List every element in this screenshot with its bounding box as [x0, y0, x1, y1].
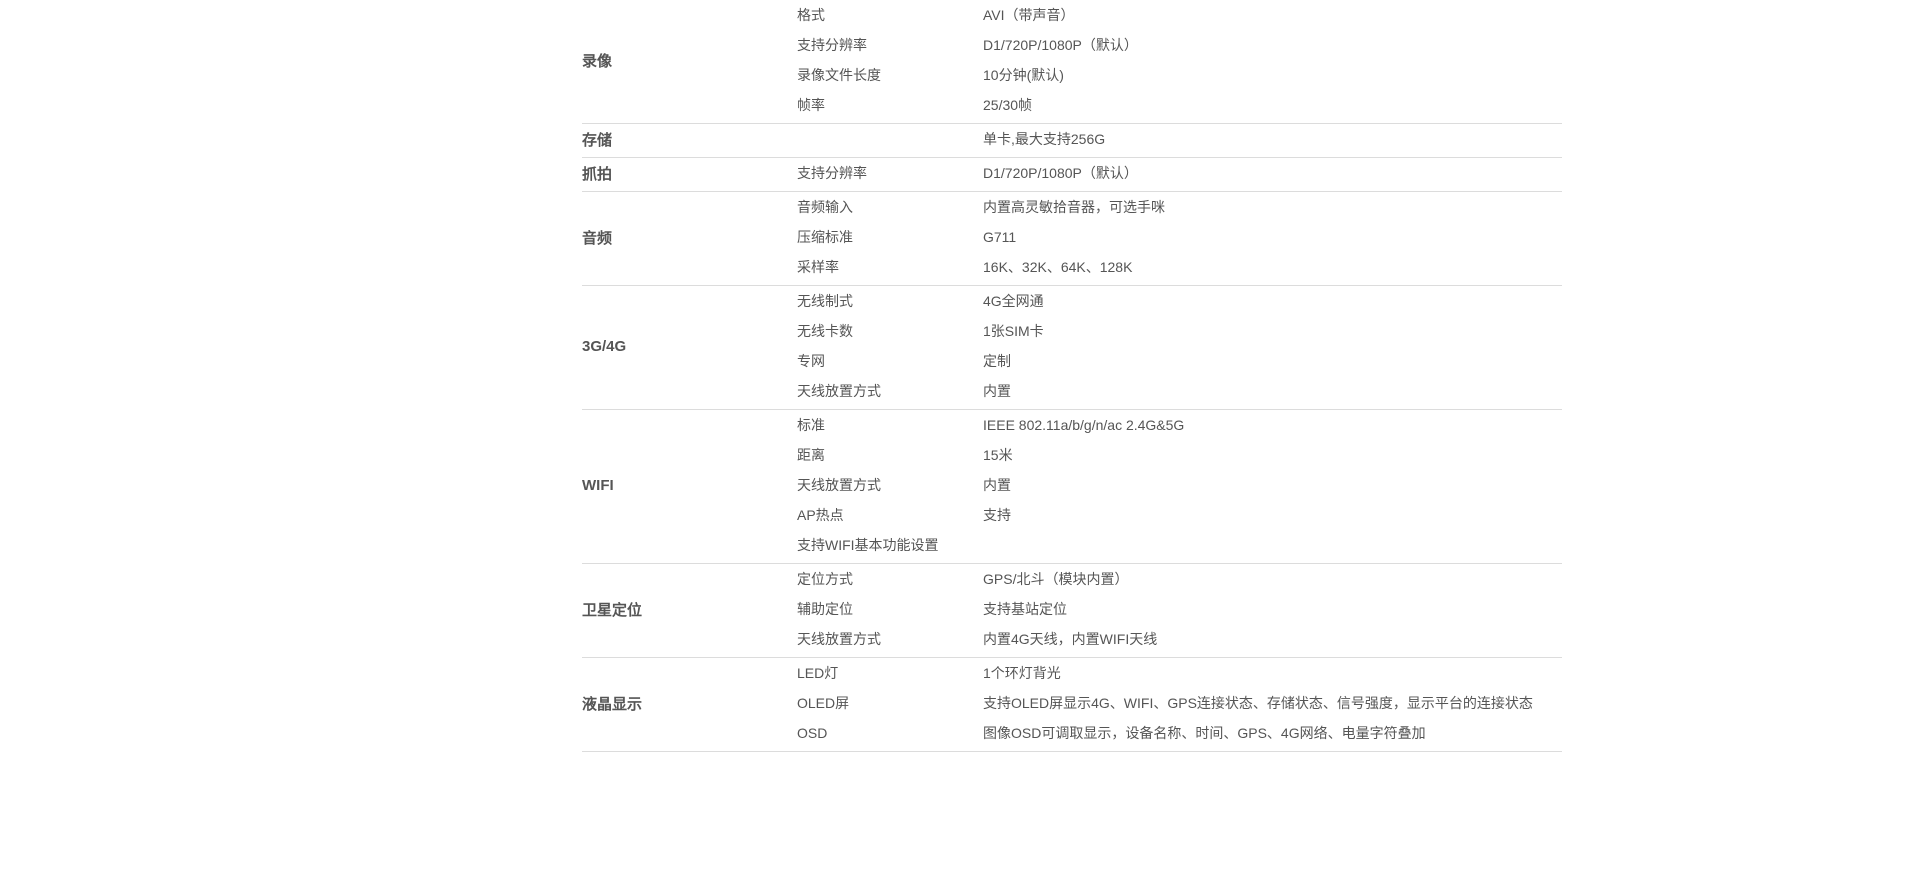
spec-row: 无线制式 4G全网通 — [797, 286, 1562, 316]
spec-key: 天线放置方式 — [797, 383, 881, 399]
spec-table: 录像 格式 AVI（带声音） 支持分辨率 D1/720P/1080P（默认） 录像文件长度… — [582, 0, 1562, 752]
section-rows: 标准 IEEE 802.11a/b/g/n/ac 2.4G&5G 距离 15米天线放置… — [797, 410, 1562, 560]
spec-key: 支持分辨率 — [797, 165, 867, 181]
spec-key: 录像文件长度 — [797, 67, 881, 83]
section-label: 抓拍 — [582, 165, 613, 183]
section-label: 录像 — [582, 52, 613, 70]
spec-row: 单卡,最大支持256G — [797, 124, 1562, 154]
spec-row: 压缩标准 G711 — [797, 222, 1562, 252]
spec-key: 标准 — [797, 417, 825, 433]
spec-key: 天线放置方式 — [797, 477, 881, 493]
spec-row: 辅助定位 支持基站定位 — [797, 594, 1562, 624]
spec-row: 天线放置方式 内置4G天线，内置WIFI天线 — [797, 624, 1562, 654]
spec-value: D1/720P/1080P（默认） — [983, 165, 1138, 181]
spec-key: 天线放置方式 — [797, 631, 881, 647]
spec-row: 标准 IEEE 802.11a/b/g/n/ac 2.4G&5G — [797, 410, 1562, 440]
spec-key: 辅助定位 — [797, 601, 853, 617]
spec-value: 支持基站定位 — [983, 601, 1067, 617]
spec-key: 支持分辨率 — [797, 37, 867, 53]
spec-value: 图像OSD可调取显示，设备名称、时间、GPS、4G网络、电量字符叠加 — [983, 725, 1426, 741]
section-rows: 单卡,最大支持256G — [797, 124, 1562, 154]
spec-row: 定位方式 GPS/北斗（模块内置） — [797, 564, 1562, 594]
section-rows: LED灯 1个环灯背光 OLED屏 支持OLED屏显示4G、WIFI、GPS连接状态、… — [797, 658, 1562, 748]
spec-row: 支持分辨率 D1/720P/1080P（默认） — [797, 158, 1562, 188]
spec-value: D1/720P/1080P（默认） — [983, 37, 1138, 53]
spec-section: 抓拍 支持分辨率 D1/720P/1080P（默认） — [582, 158, 1562, 192]
spec-row: LED灯 1个环灯背光 — [797, 658, 1562, 688]
spec-value: 4G全网通 — [983, 293, 1044, 309]
spec-row: 录像文件长度 10分钟(默认) — [797, 60, 1562, 90]
section-label: 存储 — [582, 131, 613, 149]
spec-key: 压缩标准 — [797, 229, 853, 245]
spec-key: OLED屏 — [797, 695, 850, 711]
section-rows: 无线制式 4G全网通无线卡数 1张SIM卡专网 定制天线放置方式 内置 — [797, 286, 1562, 406]
section-rows: 支持分辨率 D1/720P/1080P（默认） — [797, 158, 1562, 188]
spec-value: 1个环灯背光 — [983, 665, 1061, 681]
spec-value: 单卡,最大支持256G — [983, 131, 1106, 147]
spec-section: 液晶显示 LED灯 1个环灯背光 OLED屏 支持OLED屏显示4G、WIFI、GPS连… — [582, 658, 1562, 752]
spec-row: OLED屏 支持OLED屏显示4G、WIFI、GPS连接状态、存储状态、信号强度，… — [797, 688, 1562, 718]
spec-key: AP热点 — [797, 507, 844, 523]
spec-value: 内置高灵敏拾音器，可选手咪 — [983, 199, 1165, 215]
spec-row: 专网 定制 — [797, 346, 1562, 376]
spec-key: 帧率 — [797, 97, 825, 113]
spec-value: 支持OLED屏显示4G、WIFI、GPS连接状态、存储状态、信号强度，显示平台的… — [983, 695, 1533, 711]
spec-row: 天线放置方式 内置 — [797, 376, 1562, 406]
spec-row: 采样率 16K、32K、64K、128K — [797, 252, 1562, 282]
spec-value: 16K、32K、64K、128K — [983, 259, 1133, 275]
spec-section: 录像 格式 AVI（带声音） 支持分辨率 D1/720P/1080P（默认） 录像文件长度… — [582, 0, 1562, 124]
spec-key: 专网 — [797, 353, 825, 369]
spec-key: 无线制式 — [797, 293, 853, 309]
spec-value: IEEE 802.11a/b/g/n/ac 2.4G&5G — [983, 417, 1185, 433]
spec-row: OSD 图像OSD可调取显示，设备名称、时间、GPS、4G网络、电量字符叠加 — [797, 718, 1562, 748]
spec-row: 距离 15米 — [797, 440, 1562, 470]
spec-row: 支持WIFI基本功能设置 — [797, 530, 1562, 560]
spec-value: GPS/北斗（模块内置） — [983, 571, 1129, 587]
spec-value: 支持 — [983, 507, 1011, 523]
spec-key: 支持WIFI基本功能设置 — [797, 537, 939, 553]
spec-section: 卫星定位 定位方式 GPS/北斗（模块内置） 辅助定位 支持基站定位天线放置方式 内置4G… — [582, 564, 1562, 658]
spec-key: 采样率 — [797, 259, 839, 275]
section-label: 液晶显示 — [582, 695, 643, 713]
spec-row: 格式 AVI（带声音） — [797, 0, 1562, 30]
spec-row: 无线卡数 1张SIM卡 — [797, 316, 1562, 346]
spec-section: 音频 音频输入 内置高灵敏拾音器，可选手咪压缩标准 G711 采样率 16K、32K、64… — [582, 192, 1562, 286]
spec-value: 内置 — [983, 477, 1011, 493]
spec-value: AVI（带声音） — [983, 7, 1075, 23]
spec-key: 定位方式 — [797, 571, 853, 587]
spec-key: LED灯 — [797, 665, 839, 681]
spec-row: AP热点 支持 — [797, 500, 1562, 530]
spec-value: 内置 — [983, 383, 1011, 399]
spec-value: 25/30帧 — [983, 97, 1033, 113]
spec-value: 定制 — [983, 353, 1011, 369]
spec-key: OSD — [797, 725, 828, 741]
spec-key: 距离 — [797, 447, 825, 463]
spec-key: 格式 — [797, 7, 825, 23]
spec-value: G711 — [983, 229, 1017, 245]
spec-section: 3G/4G 无线制式 4G全网通无线卡数 1张SIM卡专网 定制天线放置方式 内置 — [582, 286, 1562, 410]
section-rows: 音频输入 内置高灵敏拾音器，可选手咪压缩标准 G711 采样率 16K、32K、64K、… — [797, 192, 1562, 282]
section-label: WIFI — [582, 476, 614, 494]
spec-row: 支持分辨率 D1/720P/1080P（默认） — [797, 30, 1562, 60]
section-rows: 定位方式 GPS/北斗（模块内置） 辅助定位 支持基站定位天线放置方式 内置4G天线，内… — [797, 564, 1562, 654]
spec-key: 音频输入 — [797, 199, 853, 215]
spec-value: 1张SIM卡 — [983, 323, 1044, 339]
spec-value: 15米 — [983, 447, 1013, 463]
spec-row: 音频输入 内置高灵敏拾音器，可选手咪 — [797, 192, 1562, 222]
spec-value: 内置4G天线，内置WIFI天线 — [983, 631, 1158, 647]
section-label: 音频 — [582, 229, 613, 247]
spec-row: 帧率 25/30帧 — [797, 90, 1562, 120]
spec-section: 存储 单卡,最大支持256G — [582, 124, 1562, 158]
spec-value: 10分钟(默认) — [983, 67, 1064, 83]
spec-row: 天线放置方式 内置 — [797, 470, 1562, 500]
section-label: 卫星定位 — [582, 601, 643, 619]
section-rows: 格式 AVI（带声音） 支持分辨率 D1/720P/1080P（默认） 录像文件长度 10… — [797, 0, 1562, 120]
spec-key: 无线卡数 — [797, 323, 853, 339]
section-label: 3G/4G — [582, 337, 627, 355]
spec-section: WIFI 标准 IEEE 802.11a/b/g/n/ac 2.4G&5G 距离 15米… — [582, 410, 1562, 564]
